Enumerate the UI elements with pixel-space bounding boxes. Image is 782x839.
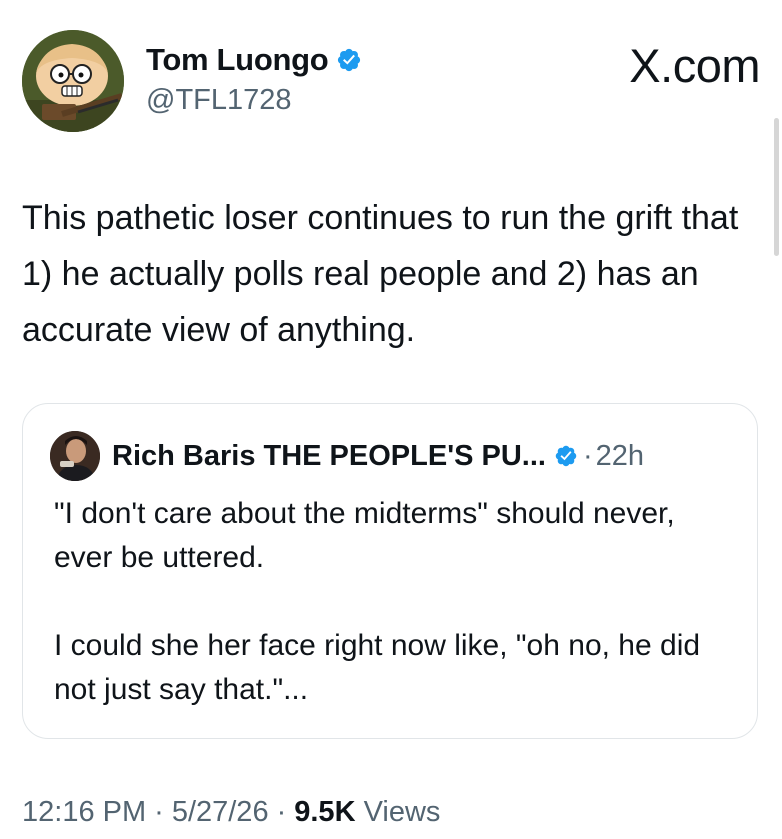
quote-paragraph: "I don't care about the midterms" should… (54, 497, 675, 574)
quote-tweet-card[interactable]: Rich Baris THE PEOPLE'S PU... · 22h "I d… (22, 403, 758, 739)
verified-badge-icon[interactable] (336, 47, 362, 73)
author-display-name[interactable]: Tom Luongo (146, 42, 329, 78)
tweet-meta: 12:16 PM · 5/27/26 · 9.5K Views (22, 796, 440, 829)
quote-header: Rich Baris THE PEOPLE'S PU... · 22h (50, 430, 644, 482)
tweet-text: This pathetic loser continues to run the… (22, 199, 739, 349)
tweet-time[interactable]: 12:16 PM (22, 796, 146, 828)
author-avatar[interactable] (22, 30, 124, 132)
quote-timestamp[interactable]: 22h (596, 440, 644, 473)
scrollbar[interactable] (774, 118, 779, 256)
tweet-header: Tom Luongo @TFL1728 X.com (22, 30, 762, 134)
views-count[interactable]: 9.5K (294, 796, 355, 828)
quote-author-name[interactable]: Rich Baris THE PEOPLE'S PU... (112, 440, 546, 473)
verified-badge-icon[interactable] (554, 444, 578, 468)
meta-separator-dot: · (154, 796, 164, 828)
quote-separator-dot: · (582, 439, 593, 472)
views-label: Views (363, 796, 441, 828)
meta-separator-dot: · (276, 796, 287, 828)
author-names: Tom Luongo @TFL1728 (146, 40, 362, 117)
tweet-date[interactable]: 5/27/26 (172, 796, 269, 828)
display-name-row: Tom Luongo (146, 40, 362, 80)
quote-author-avatar[interactable] (50, 431, 100, 481)
site-logo: X.com (629, 39, 760, 92)
author-handle[interactable]: @TFL1728 (146, 84, 362, 117)
cartoon-avatar-icon (22, 30, 124, 132)
quote-paragraph: I could she her face right now like, "oh… (54, 629, 701, 706)
person-avatar-icon (50, 431, 100, 481)
quote-body: "I don't care about the midterms" should… (54, 492, 734, 712)
